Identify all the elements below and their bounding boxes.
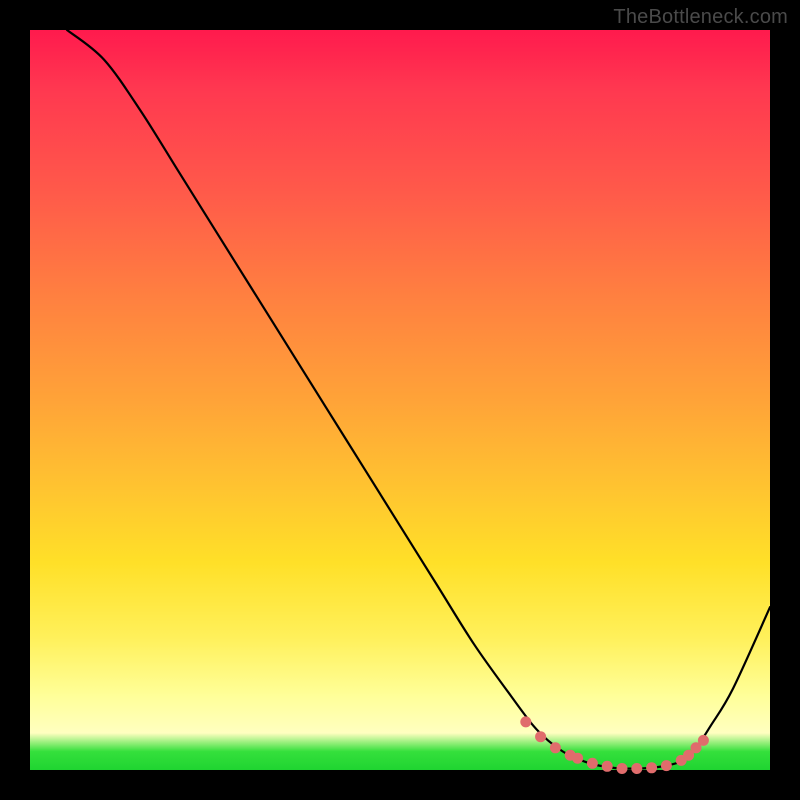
watermark-text: TheBottleneck.com bbox=[613, 6, 788, 29]
optimal-marker bbox=[617, 763, 628, 774]
optimal-marker bbox=[587, 758, 598, 769]
chart-frame: TheBottleneck.com bbox=[0, 0, 800, 800]
curve-svg bbox=[30, 30, 770, 770]
optimal-marker bbox=[535, 731, 546, 742]
optimal-marker bbox=[631, 763, 642, 774]
optimal-marker bbox=[602, 761, 613, 772]
optimal-marker bbox=[646, 762, 657, 773]
optimal-marker bbox=[698, 735, 709, 746]
optimal-marker bbox=[661, 760, 672, 771]
plot-area bbox=[30, 30, 770, 770]
optimal-marker bbox=[550, 742, 561, 753]
optimal-marker bbox=[572, 753, 583, 764]
optimal-range-markers bbox=[520, 716, 709, 774]
bottleneck-curve-line bbox=[67, 30, 770, 769]
optimal-marker bbox=[520, 716, 531, 727]
